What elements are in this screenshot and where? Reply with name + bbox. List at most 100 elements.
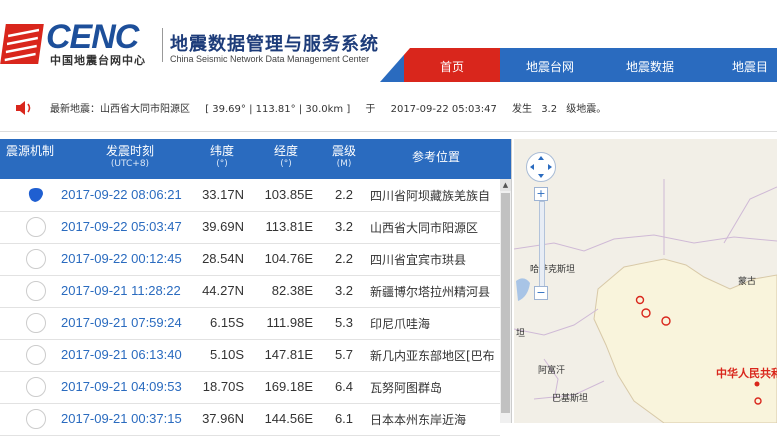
latest-quake-occurred: 发生 xyxy=(512,104,532,115)
cenc-logo-icon xyxy=(0,24,44,64)
site-title: 地震数据管理与服务系统 xyxy=(170,34,379,55)
map-label-kazakhstan: 哈萨克斯坦 xyxy=(530,265,576,275)
table-row[interactable]: 2017-09-21 07:59:24 6.15S 111.98E 5.3 印尼… xyxy=(0,307,500,340)
latest-quake-time: 2017-09-22 05:03:47 xyxy=(390,104,497,115)
zoom-slider-track[interactable] xyxy=(539,201,545,289)
row-time[interactable]: 2017-09-22 08:06:21 xyxy=(61,187,182,202)
col-latitude-unit: (°) xyxy=(216,159,228,169)
zoom-out-button[interactable]: − xyxy=(534,286,548,300)
col-reference-location[interactable]: 参考位置 xyxy=(396,151,476,164)
col-longitude-label: 经度 xyxy=(273,144,298,158)
earthquake-map[interactable]: 哈萨克斯坦 蒙古 阿富汗 巴基斯坦 中华人民共和 坦 + − xyxy=(514,139,777,423)
earthquake-list: 震源机制 发震时刻 (UTC+8) 纬度 (°) 经度 (°) 震级 (M) 参… xyxy=(0,139,512,436)
scroll-up-arrow-icon[interactable]: ▲ xyxy=(500,179,511,191)
map-label-pakistan: 巴基斯坦 xyxy=(552,394,589,404)
col-longitude[interactable]: 经度 (°) xyxy=(266,145,306,171)
focal-mechanism-icon[interactable] xyxy=(26,185,46,205)
row-time[interactable]: 2017-09-22 00:12:45 xyxy=(61,251,182,266)
row-time[interactable]: 2017-09-22 05:03:47 xyxy=(61,219,182,234)
col-latitude-label: 纬度 xyxy=(209,144,234,158)
col-origin-time-label: 发震时刻 xyxy=(105,144,154,158)
row-longitude: 169.18E xyxy=(264,379,313,394)
focal-mechanism-placeholder-icon xyxy=(26,281,46,301)
map-label-china: 中华人民共和 xyxy=(716,367,777,380)
table-row[interactable]: 2017-09-21 00:37:15 37.96N 144.56E 6.1 日… xyxy=(0,403,500,436)
row-latitude: 37.96N xyxy=(202,411,244,426)
row-longitude: 104.76E xyxy=(264,251,313,266)
row-latitude: 28.54N xyxy=(202,251,244,266)
row-longitude: 147.81E xyxy=(264,347,313,362)
zoom-in-button[interactable]: + xyxy=(534,187,548,201)
logo-divider xyxy=(162,28,163,62)
latest-quake-text[interactable]: 最新地震：山西省大同市阳源区 [ 39.69° | 113.81° | 30.0… xyxy=(50,100,618,115)
col-longitude-unit: (°) xyxy=(280,159,292,169)
col-magnitude[interactable]: 震级 (M) xyxy=(326,145,362,171)
row-magnitude: 3.2 xyxy=(334,283,354,298)
row-location: 日本本州东岸近海 xyxy=(370,413,467,427)
row-location: 四川省宜宾市珙县 xyxy=(370,253,467,267)
nav-earthquake-catalog[interactable]: 地震目 xyxy=(700,48,777,82)
row-magnitude: 5.3 xyxy=(334,315,354,330)
row-magnitude: 6.4 xyxy=(334,379,354,394)
latest-quake-mag: 3.2 xyxy=(541,104,558,115)
row-latitude: 5.10S xyxy=(210,347,244,362)
latest-quake-coords: [ 39.69° | 113.81° | 30.0km ] xyxy=(205,104,351,115)
focal-mechanism-placeholder-icon xyxy=(26,409,46,429)
latest-quake-suffix: 级地震。 xyxy=(566,104,607,115)
row-location: 瓦努阿图群岛 xyxy=(370,381,443,395)
map-label-partial: 坦 xyxy=(516,329,526,339)
row-magnitude: 2.2 xyxy=(334,187,354,202)
table-header: 震源机制 发震时刻 (UTC+8) 纬度 (°) 经度 (°) 震级 (M) 参… xyxy=(0,139,511,179)
table-row[interactable]: 2017-09-21 11:28:22 44.27N 82.38E 3.2 新疆… xyxy=(0,275,500,308)
row-longitude: 103.85E xyxy=(264,187,313,202)
nav-wedge xyxy=(380,48,410,82)
focal-mechanism-placeholder-icon xyxy=(26,345,46,365)
list-scrollbar[interactable]: ▲ xyxy=(500,179,511,423)
focal-mechanism-placeholder-icon xyxy=(26,217,46,237)
latest-quake-at: 于 xyxy=(365,104,376,115)
table-row[interactable]: 2017-09-22 05:03:47 39.69N 113.81E 3.2 山… xyxy=(0,211,500,244)
map-label-afghanistan: 阿富汗 xyxy=(538,366,566,376)
logo-subtitle: 中国地震台网中心 xyxy=(50,54,146,67)
map-pan-control[interactable] xyxy=(526,152,556,182)
focal-mechanism-placeholder-icon xyxy=(26,313,46,333)
latest-quake-prefix: 最新地震：山西省大同市阳源区 xyxy=(50,104,190,115)
row-magnitude: 5.7 xyxy=(334,347,354,362)
table-row[interactable]: 2017-09-21 04:09:53 18.70S 169.18E 6.4 瓦… xyxy=(0,371,500,404)
row-location: 四川省阿坝藏族羌族自 xyxy=(370,189,491,203)
row-longitude: 113.81E xyxy=(265,219,313,234)
col-origin-time[interactable]: 发震时刻 (UTC+8) xyxy=(90,145,170,171)
row-latitude: 18.70S xyxy=(202,379,244,394)
col-magnitude-label: 震级 xyxy=(331,144,356,158)
row-time[interactable]: 2017-09-21 06:13:40 xyxy=(61,347,182,362)
latest-quake-bar: 最新地震：山西省大同市阳源区 [ 39.69° | 113.81° | 30.0… xyxy=(0,83,777,132)
row-location: 印尼爪哇海 xyxy=(370,317,431,331)
row-time[interactable]: 2017-09-21 07:59:24 xyxy=(61,315,182,330)
nav-seismic-network[interactable]: 地震台网 xyxy=(500,48,600,82)
row-latitude: 39.69N xyxy=(202,219,244,234)
row-longitude: 82.38E xyxy=(271,283,313,298)
row-magnitude: 6.1 xyxy=(334,411,354,426)
row-longitude: 144.56E xyxy=(264,411,313,426)
row-time[interactable]: 2017-09-21 11:28:22 xyxy=(61,283,181,298)
row-location: 山西省大同市阳源区 xyxy=(370,221,479,235)
col-focal-mechanism[interactable]: 震源机制 xyxy=(6,145,54,158)
scroll-thumb[interactable] xyxy=(501,193,510,413)
col-reference-location-label: 参考位置 xyxy=(411,150,460,164)
focal-mechanism-placeholder-icon xyxy=(26,377,46,397)
speaker-icon xyxy=(16,101,31,115)
nav-seismic-data[interactable]: 地震数据 xyxy=(600,48,700,82)
table-row[interactable]: 2017-09-22 00:12:45 28.54N 104.76E 2.2 四… xyxy=(0,243,500,276)
nav-home[interactable]: 首页 xyxy=(404,48,500,82)
row-time[interactable]: 2017-09-21 00:37:15 xyxy=(61,411,182,426)
row-time[interactable]: 2017-09-21 04:09:53 xyxy=(61,379,182,394)
row-location: 新疆博尔塔拉州精河县 xyxy=(370,285,491,299)
col-latitude[interactable]: 纬度 (°) xyxy=(202,145,242,171)
site-title-english: China Seismic Network Data Management Ce… xyxy=(170,54,370,64)
row-magnitude: 3.2 xyxy=(334,219,354,234)
table-row[interactable]: 2017-09-21 06:13:40 5.10S 147.81E 5.7 新几… xyxy=(0,339,500,372)
main-nav: 首页 地震台网 地震数据 地震目 xyxy=(380,48,777,82)
row-location: 新几内亚东部地区[巴布 xyxy=(370,349,495,363)
table-row[interactable]: 2017-09-22 08:06:21 33.17N 103.85E 2.2 四… xyxy=(0,179,500,212)
col-magnitude-unit: (M) xyxy=(336,159,352,169)
